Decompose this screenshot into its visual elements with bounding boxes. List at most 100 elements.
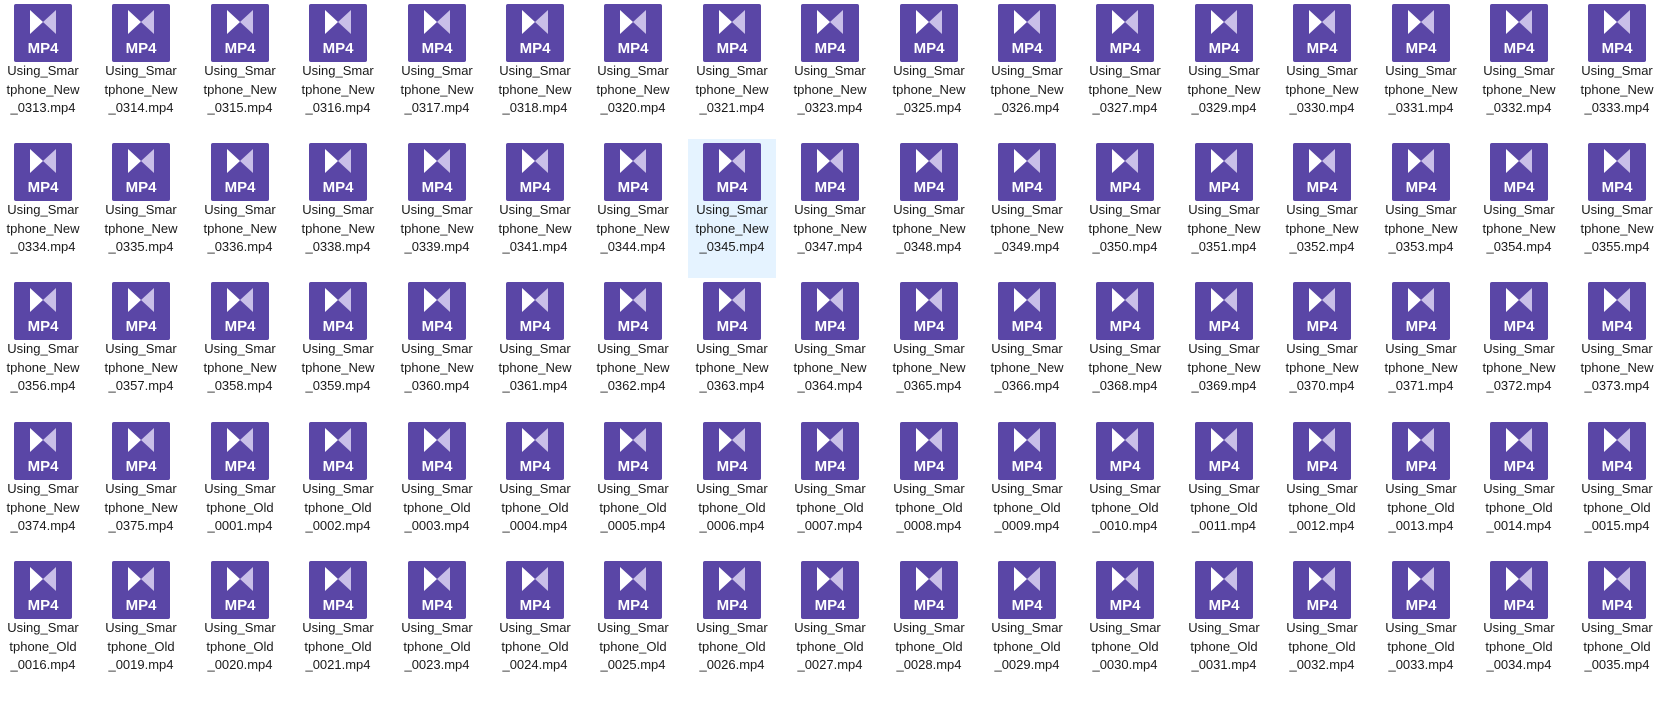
file-item[interactable]: MP4 Using_Smar tphone_New _0362.mp4 — [589, 278, 677, 417]
file-item[interactable]: MP4 Using_Smar tphone_New _0357.mp4 — [97, 278, 185, 417]
file-item[interactable]: MP4 Using_Smar tphone_Old _0019.mp4 — [97, 557, 185, 696]
file-item[interactable]: MP4 Using_Smar tphone_New _0314.mp4 — [97, 0, 185, 139]
mp4-video-file-icon: MP4 — [801, 561, 859, 619]
file-item[interactable]: MP4 Using_Smar tphone_New _0355.mp4 — [1573, 139, 1661, 278]
file-item[interactable]: MP4 Using_Smar tphone_Old _0020.mp4 — [196, 557, 284, 696]
file-item[interactable]: MP4 Using_Smar tphone_New _0317.mp4 — [393, 0, 481, 139]
file-item[interactable]: MP4 Using_Smar tphone_New _0353.mp4 — [1377, 139, 1465, 278]
file-item[interactable]: MP4 Using_Smar tphone_Old _0016.mp4 — [0, 557, 87, 696]
file-item[interactable]: MP4 Using_Smar tphone_New _0351.mp4 — [1180, 139, 1268, 278]
file-item[interactable]: MP4 Using_Smar tphone_New _0347.mp4 — [786, 139, 874, 278]
file-item[interactable]: MP4 Using_Smar tphone_Old _0001.mp4 — [196, 418, 284, 557]
file-item[interactable]: MP4 Using_Smar tphone_Old _0002.mp4 — [294, 418, 382, 557]
file-item[interactable]: MP4 Using_Smar tphone_Old _0012.mp4 — [1278, 418, 1366, 557]
file-item[interactable]: MP4 Using_Smar tphone_Old _0027.mp4 — [786, 557, 874, 696]
file-item[interactable]: MP4 Using_Smar tphone_New _0344.mp4 — [589, 139, 677, 278]
file-item[interactable]: MP4 Using_Smar tphone_Old _0033.mp4 — [1377, 557, 1465, 696]
file-item[interactable]: MP4 Using_Smar tphone_Old _0035.mp4 — [1573, 557, 1661, 696]
file-item[interactable]: MP4 Using_Smar tphone_Old _0026.mp4 — [688, 557, 776, 696]
file-item[interactable]: MP4 Using_Smar tphone_New _0360.mp4 — [393, 278, 481, 417]
file-item[interactable]: MP4 Using_Smar tphone_New _0318.mp4 — [491, 0, 579, 139]
file-item[interactable]: MP4 Using_Smar tphone_Old _0028.mp4 — [885, 557, 973, 696]
file-item[interactable]: MP4 Using_Smar tphone_Old _0013.mp4 — [1377, 418, 1465, 557]
file-item[interactable]: MP4 Using_Smar tphone_New _0359.mp4 — [294, 278, 382, 417]
file-item[interactable]: MP4 Using_Smar tphone_New _0372.mp4 — [1475, 278, 1563, 417]
file-item[interactable]: MP4 Using_Smar tphone_Old _0005.mp4 — [589, 418, 677, 557]
file-item[interactable]: MP4 Using_Smar tphone_New _0313.mp4 — [0, 0, 87, 139]
file-item[interactable]: MP4 Using_Smar tphone_New _0341.mp4 — [491, 139, 579, 278]
file-item[interactable]: MP4 Using_Smar tphone_New _0366.mp4 — [983, 278, 1071, 417]
mp4-icon-label: MP4 — [717, 458, 749, 475]
mp4-video-file-icon: MP4 — [506, 561, 564, 619]
file-item[interactable]: MP4 Using_Smar tphone_Old _0031.mp4 — [1180, 557, 1268, 696]
file-item[interactable]: MP4 Using_Smar tphone_Old _0014.mp4 — [1475, 418, 1563, 557]
file-item[interactable]: MP4 Using_Smar tphone_New _0339.mp4 — [393, 139, 481, 278]
file-item[interactable]: MP4 Using_Smar tphone_New _0327.mp4 — [1081, 0, 1169, 139]
file-item[interactable]: MP4 Using_Smar tphone_New _0361.mp4 — [491, 278, 579, 417]
file-item[interactable]: MP4 Using_Smar tphone_New _0336.mp4 — [196, 139, 284, 278]
file-item[interactable]: MP4 Using_Smar tphone_New _0325.mp4 — [885, 0, 973, 139]
file-item[interactable]: MP4 Using_Smar tphone_New _0364.mp4 — [786, 278, 874, 417]
file-name-label: Using_Smar tphone_New _0341.mp4 — [498, 202, 572, 254]
file-item[interactable]: MP4 Using_Smar tphone_New _0370.mp4 — [1278, 278, 1366, 417]
file-item[interactable]: MP4 Using_Smar tphone_New _0338.mp4 — [294, 139, 382, 278]
file-item[interactable]: MP4 Using_Smar tphone_New _0332.mp4 — [1475, 0, 1563, 139]
file-item[interactable]: MP4 Using_Smar tphone_New _0331.mp4 — [1377, 0, 1465, 139]
file-item[interactable]: MP4 Using_Smar tphone_New _0356.mp4 — [0, 278, 87, 417]
file-name-label: Using_Smar tphone_New _0363.mp4 — [695, 341, 769, 393]
file-item[interactable]: MP4 Using_Smar tphone_Old _0025.mp4 — [589, 557, 677, 696]
file-item[interactable]: MP4 Using_Smar tphone_New _0350.mp4 — [1081, 139, 1169, 278]
file-item[interactable]: MP4 Using_Smar tphone_Old _0003.mp4 — [393, 418, 481, 557]
file-item[interactable]: MP4 Using_Smar tphone_New _0348.mp4 — [885, 139, 973, 278]
file-item[interactable]: MP4 Using_Smar tphone_New _0373.mp4 — [1573, 278, 1661, 417]
file-item[interactable]: MP4 Using_Smar tphone_New _0371.mp4 — [1377, 278, 1465, 417]
file-item[interactable]: MP4 Using_Smar tphone_New _0323.mp4 — [786, 0, 874, 139]
mp4-icon-label: MP4 — [422, 40, 454, 57]
file-item[interactable]: MP4 Using_Smar tphone_New _0334.mp4 — [0, 139, 87, 278]
file-item[interactable]: MP4 Using_Smar tphone_Old _0021.mp4 — [294, 557, 382, 696]
file-item[interactable]: MP4 Using_Smar tphone_New _0369.mp4 — [1180, 278, 1268, 417]
file-item[interactable]: MP4 Using_Smar tphone_Old _0015.mp4 — [1573, 418, 1661, 557]
file-item[interactable]: MP4 Using_Smar tphone_New _0375.mp4 — [97, 418, 185, 557]
file-name-label: Using_Smar tphone_New _0349.mp4 — [990, 202, 1064, 254]
file-item[interactable]: MP4 Using_Smar tphone_Old _0010.mp4 — [1081, 418, 1169, 557]
file-item[interactable]: MP4 Using_Smar tphone_New _0316.mp4 — [294, 0, 382, 139]
file-item[interactable]: MP4 Using_Smar tphone_New _0368.mp4 — [1081, 278, 1169, 417]
file-item[interactable]: MP4 Using_Smar tphone_Old _0032.mp4 — [1278, 557, 1366, 696]
file-item[interactable]: MP4 Using_Smar tphone_New _0321.mp4 — [688, 0, 776, 139]
file-item[interactable]: MP4 Using_Smar tphone_New _0358.mp4 — [196, 278, 284, 417]
file-name-label: Using_Smar tphone_Old _0023.mp4 — [401, 620, 473, 672]
file-item[interactable]: MP4 Using_Smar tphone_New _0374.mp4 — [0, 418, 87, 557]
file-item[interactable]: MP4 Using_Smar tphone_New _0349.mp4 — [983, 139, 1071, 278]
file-name-label: Using_Smar tphone_New _0345.mp4 — [695, 202, 769, 254]
file-item[interactable]: MP4 Using_Smar tphone_Old _0024.mp4 — [491, 557, 579, 696]
file-item[interactable]: MP4 Using_Smar tphone_Old _0034.mp4 — [1475, 557, 1563, 696]
file-name-label: Using_Smar tphone_New _0330.mp4 — [1285, 63, 1359, 115]
file-item[interactable]: MP4 Using_Smar tphone_Old _0029.mp4 — [983, 557, 1071, 696]
file-name-label: Using_Smar tphone_Old _0004.mp4 — [499, 481, 571, 533]
file-item[interactable]: MP4 Using_Smar tphone_New _0329.mp4 — [1180, 0, 1268, 139]
file-item[interactable]: MP4 Using_Smar tphone_Old _0030.mp4 — [1081, 557, 1169, 696]
file-item[interactable]: MP4 Using_Smar tphone_New _0330.mp4 — [1278, 0, 1366, 139]
file-item[interactable]: MP4 Using_Smar tphone_New _0335.mp4 — [97, 139, 185, 278]
file-item[interactable]: MP4 Using_Smar tphone_New _0365.mp4 — [885, 278, 973, 417]
file-item[interactable]: MP4 Using_Smar tphone_New _0352.mp4 — [1278, 139, 1366, 278]
file-item[interactable]: MP4 Using_Smar tphone_Old _0006.mp4 — [688, 418, 776, 557]
file-item[interactable]: MP4 Using_Smar tphone_New _0326.mp4 — [983, 0, 1071, 139]
file-item[interactable]: MP4 Using_Smar tphone_Old _0009.mp4 — [983, 418, 1071, 557]
file-name-label: Using_Smar tphone_New _0375.mp4 — [104, 481, 178, 533]
file-item[interactable]: MP4 Using_Smar tphone_New _0320.mp4 — [589, 0, 677, 139]
file-item[interactable]: MP4 Using_Smar tphone_Old _0008.mp4 — [885, 418, 973, 557]
mp4-video-file-icon: MP4 — [14, 282, 72, 340]
mp4-video-file-icon: MP4 — [309, 282, 367, 340]
file-item[interactable]: MP4 Using_Smar tphone_New _0333.mp4 — [1573, 0, 1661, 139]
file-item[interactable]: MP4 Using_Smar tphone_New _0354.mp4 — [1475, 139, 1563, 278]
file-item[interactable]: MP4 Using_Smar tphone_Old _0007.mp4 — [786, 418, 874, 557]
mp4-video-file-icon: MP4 — [801, 282, 859, 340]
file-item[interactable]: MP4 Using_Smar tphone_Old _0004.mp4 — [491, 418, 579, 557]
file-item[interactable]: MP4 Using_Smar tphone_Old _0023.mp4 — [393, 557, 481, 696]
file-item[interactable]: MP4 Using_Smar tphone_Old _0011.mp4 — [1180, 418, 1268, 557]
file-item[interactable]: MP4 Using_Smar tphone_New _0363.mp4 — [688, 278, 776, 417]
file-item[interactable]: MP4 Using_Smar tphone_New _0315.mp4 — [196, 0, 284, 139]
file-item[interactable]: MP4 Using_Smar tphone_New _0345.mp4 — [688, 139, 776, 278]
